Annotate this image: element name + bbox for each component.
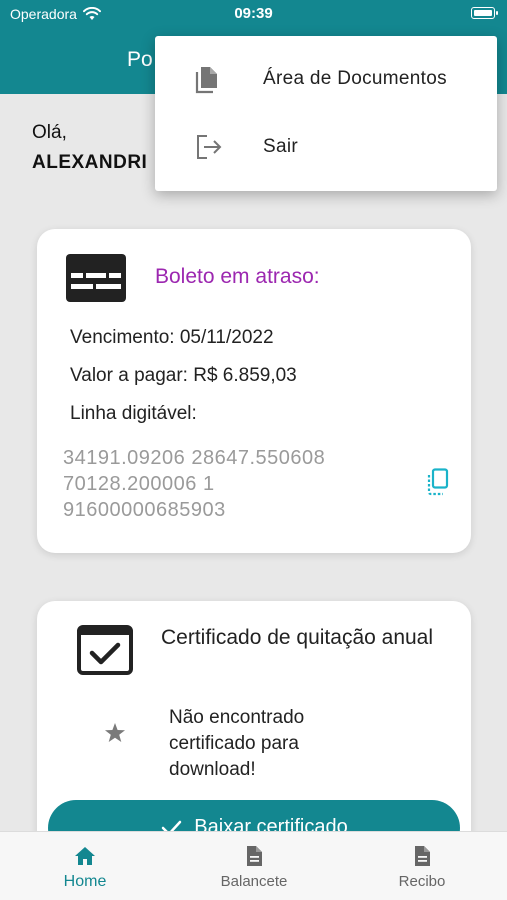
tab-home[interactable]: Home: [25, 832, 145, 900]
user-name: ALEXANDRI: [32, 152, 148, 173]
page-title: Po: [127, 48, 153, 71]
menu-item-exit[interactable]: Sair: [155, 114, 497, 182]
overflow-menu: Área de Documentos Sair: [155, 36, 497, 191]
barcode-number: 34191.09206 28647.550608 70128.200006 1 …: [63, 447, 326, 521]
payment-slip-icon: [66, 254, 126, 302]
certificate-title: Certificado de quitação anual: [161, 626, 434, 649]
boleto-title: Boleto em atraso:: [155, 265, 320, 288]
line-label: Linha digitável:: [70, 403, 197, 424]
tab-recibo[interactable]: Recibo: [362, 832, 482, 900]
exit-icon: [197, 135, 222, 159]
menu-item-documents[interactable]: Área de Documentos: [155, 46, 497, 114]
tab-balancete[interactable]: Balancete: [194, 832, 314, 900]
certificate-message: Não encontrado certificado para download…: [169, 707, 305, 780]
amount-due: Valor a pagar: R$ 6.859,03: [70, 365, 297, 386]
document-icon: [415, 846, 430, 866]
tab-recibo-label: Recibo: [398, 873, 446, 890]
bottom-tab-bar: Home Balancete Recibo: [0, 831, 507, 900]
tab-balancete-label: Balancete: [220, 873, 288, 890]
menu-item-documents-label: Área de Documentos: [263, 68, 447, 89]
certificate-check-icon: [77, 625, 133, 675]
boleto-card: Boleto em atraso: Vencimento: 05/11/2022…: [37, 229, 471, 553]
greeting-text: Olá,: [32, 122, 67, 143]
menu-item-exit-label: Sair: [263, 136, 298, 157]
documents-icon: [195, 67, 217, 94]
star-icon: [105, 723, 125, 742]
due-date: Vencimento: 05/11/2022: [70, 327, 274, 348]
battery-icon: [471, 7, 498, 19]
status-bar: Operadora 09:39: [0, 0, 507, 30]
document-icon: [247, 846, 262, 866]
home-icon: [75, 847, 95, 865]
copy-icon[interactable]: [426, 468, 450, 496]
status-time: 09:39: [234, 5, 273, 22]
tab-home-label: Home: [63, 873, 107, 890]
